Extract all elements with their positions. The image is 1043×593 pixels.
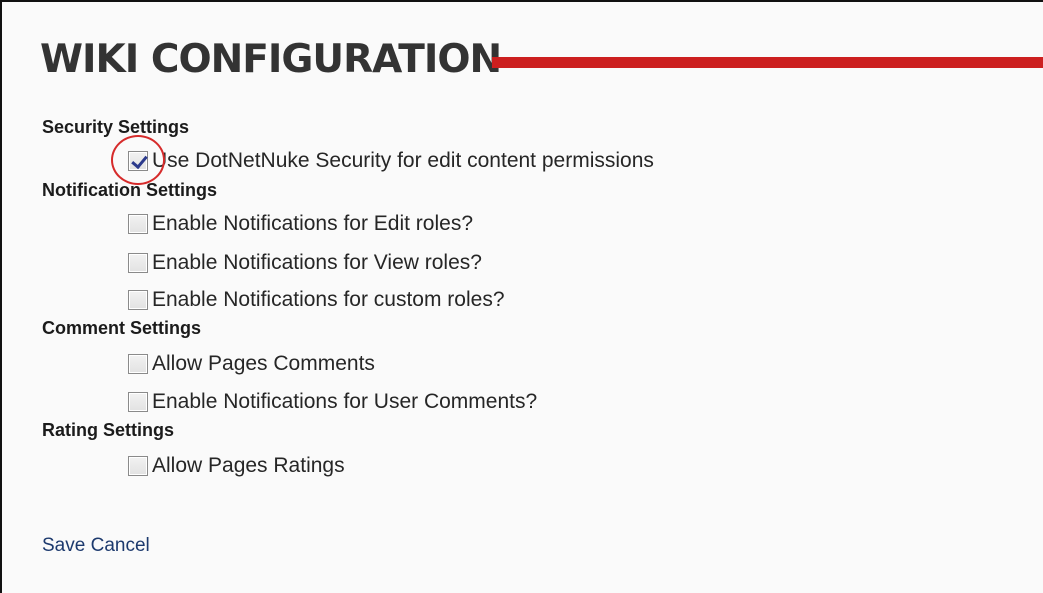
notify-user-comments-checkbox[interactable] <box>128 392 148 412</box>
allow-comments-option[interactable]: Allow Pages Comments <box>128 352 375 376</box>
comment-settings-heading: Comment Settings <box>42 318 202 338</box>
allow-ratings-checkbox[interactable] <box>128 456 148 476</box>
security-settings-heading: Security Settings <box>42 117 190 137</box>
wiki-configuration-panel: WIKI CONFIGURATION Security Settings Use… <box>0 0 1043 593</box>
form-actions: Save Cancel <box>42 535 150 557</box>
notify-edit-roles-label: Enable Notifications for Edit roles? <box>152 212 473 235</box>
notify-custom-roles-option[interactable]: Enable Notifications for custom roles? <box>128 288 505 312</box>
allow-comments-label: Allow Pages Comments <box>152 352 375 375</box>
save-link[interactable]: Save <box>42 535 85 556</box>
notify-user-comments-label: Enable Notifications for User Comments? <box>152 390 538 413</box>
notify-edit-roles-checkbox[interactable] <box>128 214 148 234</box>
notify-user-comments-option[interactable]: Enable Notifications for User Comments? <box>128 390 537 414</box>
notify-view-roles-checkbox[interactable] <box>128 253 148 273</box>
allow-ratings-label: Allow Pages Ratings <box>152 454 345 477</box>
notification-settings-heading: Notification Settings <box>42 180 217 200</box>
notify-custom-roles-checkbox[interactable] <box>128 290 148 310</box>
notify-view-roles-label: Enable Notifications for View roles? <box>152 251 482 274</box>
cancel-link[interactable]: Cancel <box>91 535 150 556</box>
page-title: WIKI CONFIGURATION <box>40 37 502 82</box>
rating-settings-heading: Rating Settings <box>42 420 175 440</box>
notify-edit-roles-option[interactable]: Enable Notifications for Edit roles? <box>128 212 473 236</box>
notify-custom-roles-label: Enable Notifications for custom roles? <box>152 288 505 311</box>
dnn-security-label: Use DotNetNuke Security for edit content… <box>152 149 654 172</box>
notify-view-roles-option[interactable]: Enable Notifications for View roles? <box>128 251 482 275</box>
dnn-security-checkbox[interactable] <box>128 151 148 171</box>
allow-comments-checkbox[interactable] <box>128 354 148 374</box>
security-option-dnn-security[interactable]: Use DotNetNuke Security for edit content… <box>128 149 654 173</box>
title-accent-rule <box>492 57 1043 68</box>
allow-ratings-option[interactable]: Allow Pages Ratings <box>128 454 345 478</box>
